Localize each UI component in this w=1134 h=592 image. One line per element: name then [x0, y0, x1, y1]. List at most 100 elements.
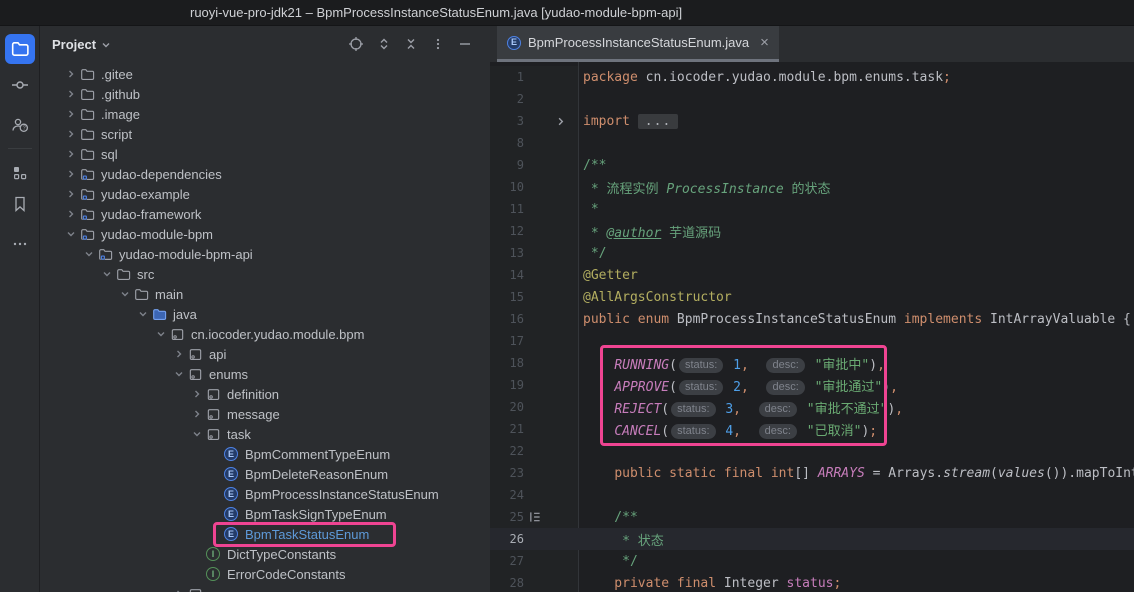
- tree-item-BpmProcessInstanceStatusEnum[interactable]: EBpmProcessInstanceStatusEnum: [40, 484, 490, 504]
- chevron-right-icon[interactable]: [62, 128, 80, 140]
- line-number[interactable]: 20: [490, 400, 524, 414]
- tree-item-BpmCommentTypeEnum[interactable]: EBpmCommentTypeEnum: [40, 444, 490, 464]
- gutter[interactable]: 24: [490, 484, 578, 506]
- line-number[interactable]: 19: [490, 378, 524, 392]
- line-number[interactable]: 9: [490, 158, 524, 172]
- line-number[interactable]: 27: [490, 554, 524, 568]
- chevron-down-icon[interactable]: [98, 268, 116, 280]
- fold-arrow-icon[interactable]: [546, 116, 572, 127]
- line-number[interactable]: 10: [490, 180, 524, 194]
- code-line-19[interactable]: 19 APPROVE(status: 2, desc: "审批通过"),: [490, 374, 1134, 396]
- tree-item-partial[interactable]: [40, 584, 490, 592]
- chevron-right-icon[interactable]: [62, 188, 80, 200]
- line-number[interactable]: 26: [490, 532, 524, 546]
- project-panel-title[interactable]: Project: [52, 37, 96, 52]
- tree-item-yudao-module-bpm-api[interactable]: yudao-module-bpm-api: [40, 244, 490, 264]
- line-number[interactable]: 13: [490, 246, 524, 260]
- chevron-right-icon[interactable]: [62, 88, 80, 100]
- line-number[interactable]: 14: [490, 268, 524, 282]
- chevron-down-icon[interactable]: [62, 228, 80, 240]
- line-number[interactable]: 3: [490, 114, 524, 128]
- tree-item-.image[interactable]: .image: [40, 104, 490, 124]
- gutter[interactable]: 21: [490, 418, 578, 440]
- gutter[interactable]: 18: [490, 352, 578, 374]
- gutter[interactable]: 22: [490, 440, 578, 462]
- code-line-20[interactable]: 20 REJECT(status: 3, desc: "审批不通过"),: [490, 396, 1134, 418]
- code-line-27[interactable]: 27 */: [490, 550, 1134, 572]
- tree-item-yudao-framework[interactable]: yudao-framework: [40, 204, 490, 224]
- line-number[interactable]: 12: [490, 224, 524, 238]
- tree-item-.github[interactable]: .github: [40, 84, 490, 104]
- line-number[interactable]: 11: [490, 202, 524, 216]
- commit-tool-button[interactable]: [5, 70, 35, 100]
- code-line-16[interactable]: 16public enum BpmProcessInstanceStatusEn…: [490, 308, 1134, 330]
- pull-requests-tool-button[interactable]: ?: [5, 110, 35, 140]
- gutter[interactable]: 15: [490, 286, 578, 308]
- gutter[interactable]: 1: [490, 66, 578, 88]
- code-line-3[interactable]: 3import ...: [490, 110, 1134, 132]
- more-icon[interactable]: [431, 37, 445, 51]
- line-number[interactable]: 17: [490, 334, 524, 348]
- line-number[interactable]: 21: [490, 422, 524, 436]
- chevron-right-icon[interactable]: [188, 388, 206, 400]
- code-line-11[interactable]: 11 *: [490, 198, 1134, 220]
- code-line-9[interactable]: 9/**: [490, 154, 1134, 176]
- tree-item-main[interactable]: main: [40, 284, 490, 304]
- gutter[interactable]: 19: [490, 374, 578, 396]
- chevron-down-icon[interactable]: [188, 428, 206, 440]
- line-number[interactable]: 18: [490, 356, 524, 370]
- gutter[interactable]: 8: [490, 132, 578, 154]
- tree-item-BpmTaskSignTypeEnum[interactable]: EBpmTaskSignTypeEnum: [40, 504, 490, 524]
- gutter[interactable]: 20: [490, 396, 578, 418]
- tree-item-yudao-dependencies[interactable]: yudao-dependencies: [40, 164, 490, 184]
- chevron-right-icon[interactable]: [170, 348, 188, 360]
- expand-all-icon[interactable]: [377, 37, 391, 51]
- tree-item-yudao-example[interactable]: yudao-example: [40, 184, 490, 204]
- code-line-2[interactable]: 2: [490, 88, 1134, 110]
- code-line-25[interactable]: 25 /**: [490, 506, 1134, 528]
- code-line-15[interactable]: 15@AllArgsConstructor: [490, 286, 1134, 308]
- gutter[interactable]: 13: [490, 242, 578, 264]
- code-line-1[interactable]: 1package cn.iocoder.yudao.module.bpm.enu…: [490, 66, 1134, 88]
- chevron-right-icon[interactable]: [62, 148, 80, 160]
- close-icon[interactable]: ×: [756, 35, 769, 50]
- line-number[interactable]: 16: [490, 312, 524, 326]
- line-number[interactable]: 24: [490, 488, 524, 502]
- tree-item-ErrorCodeConstants[interactable]: IErrorCodeConstants: [40, 564, 490, 584]
- tree-item-api[interactable]: api: [40, 344, 490, 364]
- code-line-8[interactable]: 8: [490, 132, 1134, 154]
- folded-imports-chip[interactable]: ...: [638, 114, 678, 129]
- gutter[interactable]: 26: [490, 528, 578, 550]
- chevron-down-icon[interactable]: [170, 368, 188, 380]
- code-line-17[interactable]: 17: [490, 330, 1134, 352]
- project-tool-button[interactable]: [5, 34, 35, 64]
- line-number[interactable]: 15: [490, 290, 524, 304]
- code-line-22[interactable]: 22: [490, 440, 1134, 462]
- gutter[interactable]: 10: [490, 176, 578, 198]
- gutter[interactable]: 12: [490, 220, 578, 242]
- chevron-down-icon[interactable]: [134, 308, 152, 320]
- tree-item-enums[interactable]: enums: [40, 364, 490, 384]
- gutter[interactable]: 25: [490, 506, 578, 528]
- gutter[interactable]: 27: [490, 550, 578, 572]
- code-line-18[interactable]: 18 RUNNING(status: 1, desc: "审批中"),: [490, 352, 1134, 374]
- chevron-down-icon[interactable]: [116, 288, 134, 300]
- line-number[interactable]: 8: [490, 136, 524, 150]
- chevron-right-icon[interactable]: [62, 68, 80, 80]
- tree-item-BpmDeleteReasonEnum[interactable]: EBpmDeleteReasonEnum: [40, 464, 490, 484]
- tree-item-cn.iocoder.yudao.module.bpm[interactable]: cn.iocoder.yudao.module.bpm: [40, 324, 490, 344]
- line-number[interactable]: 25: [490, 510, 524, 524]
- gutter[interactable]: 11: [490, 198, 578, 220]
- chevron-right-icon[interactable]: [62, 108, 80, 120]
- chevron-right-icon[interactable]: [170, 588, 188, 592]
- locate-icon[interactable]: [348, 36, 364, 52]
- tree-item-DictTypeConstants[interactable]: IDictTypeConstants: [40, 544, 490, 564]
- tree-item-task[interactable]: task: [40, 424, 490, 444]
- chevron-right-icon[interactable]: [188, 408, 206, 420]
- chevron-down-icon[interactable]: [152, 328, 170, 340]
- code-line-24[interactable]: 24: [490, 484, 1134, 506]
- tree-item-BpmTaskStatusEnum[interactable]: EBpmTaskStatusEnum: [40, 524, 490, 544]
- line-number[interactable]: 23: [490, 466, 524, 480]
- tree-item-definition[interactable]: definition: [40, 384, 490, 404]
- line-number[interactable]: 2: [490, 92, 524, 106]
